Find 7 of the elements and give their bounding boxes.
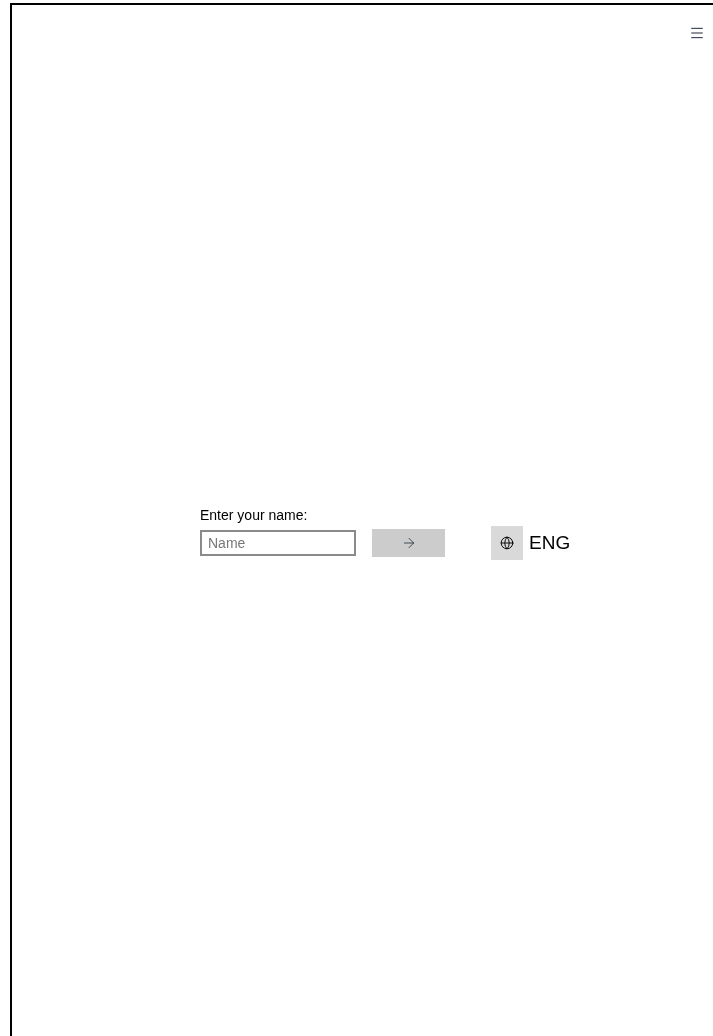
language-button[interactable] xyxy=(491,526,523,560)
menu-button[interactable] xyxy=(689,25,705,41)
language-label: ENG xyxy=(529,530,571,555)
name-prompt: Enter your name: xyxy=(200,506,309,524)
globe-icon xyxy=(500,536,514,550)
menu-icon xyxy=(689,25,705,41)
name-field[interactable]: Name xyxy=(200,530,356,556)
